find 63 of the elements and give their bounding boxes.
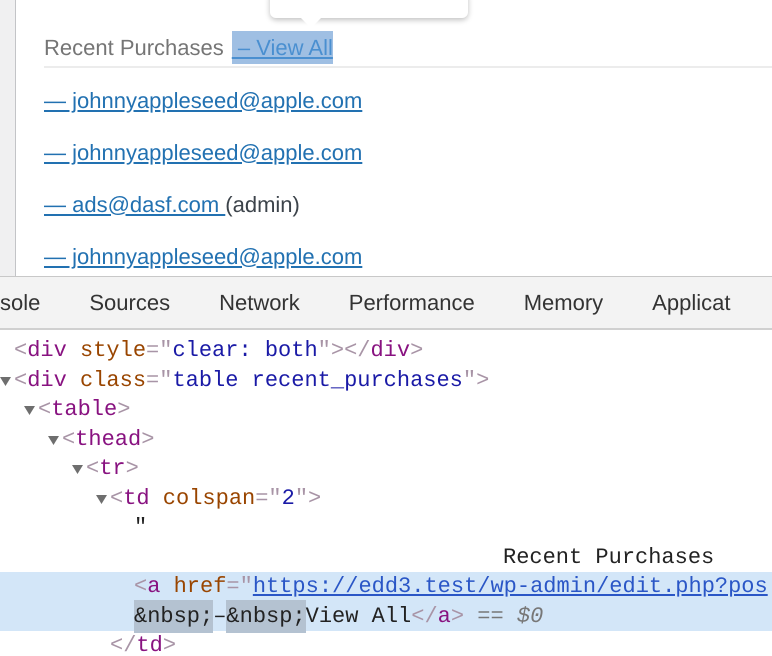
- customer-email-link[interactable]: — ads@dasf.com: [44, 188, 226, 220]
- markup-punctuation: >: [162, 632, 176, 655]
- tag-name: a: [438, 602, 451, 631]
- tag-name: a: [147, 573, 160, 602]
- markup-punctuation: ">: [462, 366, 490, 395]
- attribute-name: colspan: [162, 484, 256, 513]
- markup-punctuation: <: [14, 366, 28, 395]
- tag-name: div: [27, 337, 67, 366]
- text-content: ": [134, 514, 148, 542]
- markup-punctuation: <: [110, 484, 124, 513]
- attribute-name: href: [172, 573, 226, 602]
- text-content: Recent Purchases: [503, 544, 714, 572]
- devtools-tab[interactable]: sole: [0, 286, 40, 319]
- expanded-triangle-icon[interactable]: [48, 434, 59, 446]
- console-reference: == $0: [476, 602, 544, 631]
- attribute-value: 2: [282, 484, 295, 513]
- markup-punctuation: <: [86, 455, 100, 484]
- markup-punctuation: >: [117, 396, 130, 424]
- customer-email-link[interactable]: — johnnyappleseed@apple.com: [44, 84, 362, 116]
- devtools-tab[interactable]: Memory: [524, 286, 604, 319]
- markup-punctuation: <: [14, 337, 28, 366]
- html-entity: &nbsp;: [226, 600, 306, 633]
- expanded-triangle-icon[interactable]: [0, 376, 11, 386]
- markup-punctuation: <: [134, 573, 148, 602]
- markup-punctuation: <: [38, 396, 52, 424]
- markup-punctuation: >: [410, 337, 424, 366]
- markup-punctuation: </: [411, 602, 438, 631]
- markup-punctuation: <: [62, 426, 76, 454]
- markup-punctuation: "></: [318, 337, 370, 366]
- customer-email-link[interactable]: — johnnyappleseed@apple.com: [44, 136, 362, 168]
- tag-name: table: [51, 396, 118, 424]
- attribute-name: style: [79, 337, 146, 366]
- html-entity: &nbsp;: [134, 600, 214, 633]
- markup-punctuation: >: [141, 426, 154, 454]
- role-label: (admin): [225, 190, 300, 218]
- expanded-triangle-icon[interactable]: [72, 464, 83, 475]
- markup-punctuation: ">: [294, 484, 322, 513]
- text-content: View All: [306, 602, 412, 631]
- devtools-tab[interactable]: Performance: [348, 286, 475, 319]
- markup-punctuation: =": [255, 484, 282, 513]
- tag-name: div: [27, 366, 67, 395]
- devtools-tab[interactable]: Applicat: [652, 286, 730, 319]
- attribute-value: clear: both: [172, 337, 318, 366]
- devtools-tab[interactable]: Sources: [89, 286, 170, 319]
- tag-name: td: [123, 484, 150, 513]
- attribute-value: table recent_purchases: [172, 366, 463, 395]
- tag-name: div: [370, 337, 410, 366]
- markup-punctuation: =": [226, 573, 253, 602]
- text-content: –: [213, 602, 226, 631]
- devtools-tab[interactable]: Network: [219, 286, 300, 319]
- markup-punctuation: >: [126, 455, 139, 484]
- tag-name: thead: [75, 426, 142, 454]
- customer-email-link[interactable]: — johnnyappleseed@apple.com: [44, 240, 362, 272]
- markup-punctuation: =": [146, 337, 172, 366]
- tag-name: td: [136, 632, 163, 655]
- markup-punctuation: >: [450, 602, 464, 631]
- attribute-name: class: [79, 366, 146, 395]
- tag-name: tr: [99, 455, 126, 484]
- expanded-triangle-icon[interactable]: [96, 494, 107, 504]
- expanded-triangle-icon[interactable]: [24, 405, 35, 416]
- markup-punctuation: =": [146, 366, 172, 395]
- markup-punctuation: </: [110, 632, 136, 655]
- section-heading: Recent Purchases: [44, 34, 224, 62]
